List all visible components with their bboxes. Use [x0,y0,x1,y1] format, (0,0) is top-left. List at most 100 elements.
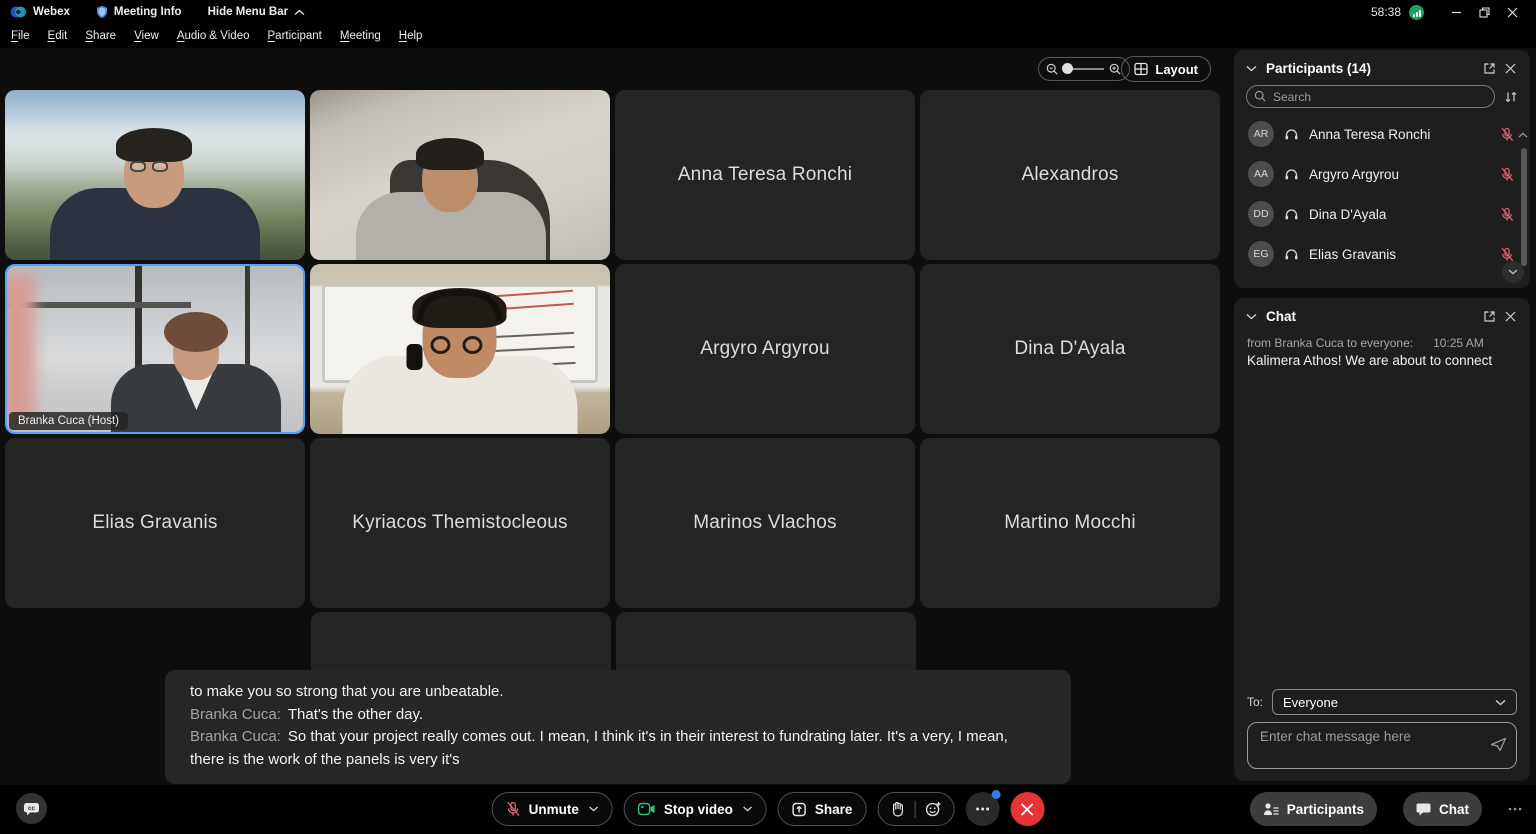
name-tile[interactable]: Dina D'Ayala [920,264,1220,434]
name-tile[interactable]: Anna Teresa Ronchi [615,90,915,260]
menu-item-view[interactable]: View [125,27,168,45]
close-window-button[interactable] [1498,1,1526,23]
video-tile-office[interactable]: Branka Cuca (Host) [5,264,305,434]
participants-search-input[interactable] [1246,85,1495,108]
search-icon [1254,90,1267,103]
headset-icon [1284,207,1299,221]
tile-participant-name: Elias Gravanis [92,512,217,534]
share-button[interactable]: Share [778,792,867,826]
scrollbar-up-icon[interactable] [1518,132,1528,138]
mic-muted-icon[interactable] [1500,127,1514,142]
name-tile[interactable]: Kyriacos Themistocleous [310,438,610,608]
popout-chat-panel-icon[interactable] [1483,310,1496,323]
name-tile[interactable]: Martino Mocchi [920,438,1220,608]
avatar: EG [1248,241,1274,267]
reactions-group [877,792,954,826]
tile-participant-name: Marinos Vlachos [693,512,836,534]
headset-icon [1284,167,1299,181]
participants-scrollbar-thumb[interactable] [1521,148,1527,266]
scroll-more-participants-button[interactable] [1502,261,1524,283]
chevron-down-icon[interactable] [743,806,753,812]
chat-bubble-icon [1416,802,1431,816]
video-tile-chair[interactable] [310,90,610,260]
layout-grid-icon [1134,62,1148,76]
mic-muted-icon[interactable] [1500,247,1514,262]
svg-text:cc: cc [28,805,36,812]
name-tile[interactable]: Argyro Argyrou [615,264,915,434]
unmute-button[interactable]: Unmute [492,792,613,826]
meeting-timer: 58:38 [1371,5,1401,19]
recipient-value: Everyone [1283,695,1338,710]
more-options-button[interactable] [965,792,999,826]
participant-row[interactable]: AR Anna Teresa Ronchi [1234,114,1530,154]
minimize-button[interactable] [1442,1,1470,23]
share-label: Share [815,802,853,817]
tile-participant-name: Anna Teresa Ronchi [678,164,852,186]
menu-bar: FileEditShareViewAudio & VideoParticipan… [0,24,1536,48]
participant-row[interactable]: EG Elias Gravanis [1234,234,1530,274]
menu-item-share[interactable]: Share [76,27,125,45]
name-tile[interactable]: Alexandros [920,90,1220,260]
close-participants-panel-icon[interactable] [1505,63,1516,74]
avatar: AA [1248,161,1274,187]
zoom-out-icon[interactable] [1046,63,1059,76]
zoom-in-icon[interactable] [1109,63,1122,76]
name-tile[interactable]: Elias Gravanis [5,438,305,608]
restore-button[interactable] [1470,1,1498,23]
chevron-down-icon [1495,699,1506,706]
bar-more-options-icon[interactable] [1508,807,1522,811]
menu-item-audio-video[interactable]: Audio & Video [168,27,259,45]
participant-row[interactable]: AA Argyro Argyrou [1234,154,1530,194]
video-name-label: Branka Cuca (Host) [9,412,128,430]
layout-button[interactable]: Layout [1121,56,1211,82]
meeting-info-label: Meeting Info [114,6,182,18]
popout-panel-icon[interactable] [1483,62,1496,75]
menu-item-edit[interactable]: Edit [39,27,77,45]
app-name: Webex [33,6,70,18]
zoom-slider[interactable] [1064,68,1104,70]
sort-participants-icon[interactable] [1504,90,1518,104]
hide-menu-bar-label: Hide Menu Bar [208,6,289,18]
caption-line: Branka Cuca:That's the other day. [190,704,1046,727]
raise-hand-icon[interactable] [890,801,904,817]
chat-toggle-button[interactable]: Chat [1403,792,1482,826]
video-tile-whiteboard[interactable] [310,264,610,434]
to-label: To: [1247,695,1263,709]
shield-icon [96,5,108,19]
menu-item-file[interactable]: File [2,27,39,45]
menu-item-help[interactable]: Help [390,27,432,45]
mic-muted-icon[interactable] [1500,207,1514,222]
zoom-slider-knob[interactable] [1062,63,1073,74]
meeting-control-bar: cc Unmute Stop video [0,785,1536,834]
webex-logo-icon [10,5,27,19]
send-message-icon[interactable] [1490,737,1507,752]
menu-item-meeting[interactable]: Meeting [331,27,390,45]
chat-message-input[interactable] [1248,723,1516,768]
participant-row[interactable]: DD Dina D'Ayala [1234,194,1530,234]
meeting-info-button[interactable]: Meeting Info [96,5,182,19]
participants-list: AR Anna Teresa Ronchi AA Argyro Argyrou … [1234,114,1530,274]
hide-menu-bar-button[interactable]: Hide Menu Bar [208,6,306,18]
recipient-select[interactable]: Everyone [1272,689,1517,715]
collapse-participants-chevron-icon[interactable] [1246,65,1257,72]
chevron-up-icon [294,9,305,16]
closed-captions-button[interactable]: cc [16,793,47,824]
close-chat-panel-icon[interactable] [1505,311,1516,322]
name-tile[interactable]: Marinos Vlachos [615,438,915,608]
video-stage: Layout Anna Teresa Ronchi Alexandros Brank… [0,48,1232,785]
stop-video-label: Stop video [664,802,733,817]
avatar: DD [1248,201,1274,227]
caption-speaker: Branka Cuca: [190,706,281,723]
grid-zoom-control[interactable] [1038,57,1130,81]
collapse-chat-chevron-icon[interactable] [1246,313,1257,320]
menu-item-participant[interactable]: Participant [259,27,331,45]
chat-message-time: 10:25 AM [1433,336,1484,350]
reactions-smiley-icon[interactable] [925,801,941,817]
video-tile-mountains[interactable] [5,90,305,260]
chevron-down-icon[interactable] [589,806,599,812]
stop-video-button[interactable]: Stop video [624,792,767,826]
participants-toggle-button[interactable]: Participants [1250,792,1377,826]
pill-divider [914,801,915,818]
mic-muted-icon[interactable] [1500,167,1514,182]
leave-meeting-button[interactable] [1010,792,1044,826]
